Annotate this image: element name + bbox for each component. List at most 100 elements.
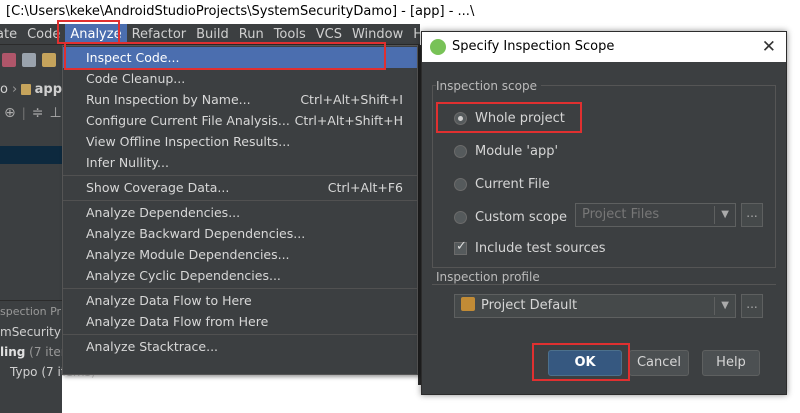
path-app[interactable]: app	[35, 82, 62, 97]
include-tests-checkbox[interactable]	[454, 239, 467, 255]
menu-refactor[interactable]: Refactor	[127, 24, 192, 44]
pin-icon[interactable]: ⊥	[50, 105, 62, 121]
profile-edit-button[interactable]: ...	[741, 294, 763, 318]
menu-item-analyze-dependencies[interactable]: Analyze Dependencies...	[63, 202, 417, 223]
menu-help[interactable]: He	[408, 24, 420, 44]
option-include-tests[interactable]: Include test sources	[454, 238, 606, 258]
menu-item-label: Analyze Cyclic Dependencies...	[86, 268, 281, 283]
menu-item-label: Code Cleanup...	[86, 71, 186, 86]
custom-scope-radio[interactable]	[454, 210, 467, 224]
menu-item-run-inspection-by-name[interactable]: Run Inspection by Name... Ctrl+Alt+Shift+…	[63, 89, 417, 110]
combo-divider	[714, 297, 715, 315]
path-prefix: o	[0, 81, 8, 97]
menu-item-cyclic-dependencies[interactable]: Analyze Cyclic Dependencies...	[63, 265, 417, 286]
module-label: Module 'app'	[475, 143, 559, 159]
menu-item-data-flow-from-here[interactable]: Analyze Data Flow from Here	[63, 311, 417, 332]
chevron-right-icon: ›	[11, 81, 18, 97]
menu-item-label: Analyze Data Flow from Here	[86, 314, 269, 329]
menu-item-show-coverage[interactable]: Show Coverage Data... Ctrl+Alt+F6	[63, 177, 417, 198]
dialog-title: Specify Inspection Scope	[452, 39, 615, 54]
whole-project-radio[interactable]	[454, 111, 467, 125]
menu-analyze[interactable]: Analyze	[65, 24, 127, 44]
copy-icon[interactable]	[22, 53, 36, 67]
menu-item-infer-nullity[interactable]: Infer Nullity...	[63, 152, 417, 173]
option-current-file[interactable]: Current File	[454, 174, 550, 194]
folder-icon	[21, 83, 31, 95]
menu-item-backward-dependencies[interactable]: Analyze Backward Dependencies...	[63, 223, 417, 244]
profile-select[interactable]: Project Default ▼	[454, 294, 736, 318]
menu-item-label: Analyze Module Dependencies...	[86, 247, 290, 262]
help-button[interactable]: Help	[702, 350, 760, 376]
menu-window[interactable]: Window	[347, 24, 408, 44]
menu-item-offline-results[interactable]: View Offline Inspection Results...	[63, 131, 417, 152]
menu-item-code-cleanup[interactable]: Code Cleanup...	[63, 68, 417, 89]
profile-icon	[461, 297, 475, 311]
current-file-label: Current File	[475, 176, 550, 192]
menu-item-label: Analyze Data Flow to Here	[86, 293, 252, 308]
current-file-radio[interactable]	[454, 177, 467, 191]
cancel-button[interactable]: Cancel	[629, 350, 689, 376]
menu-item-label: Run Inspection by Name...	[86, 92, 251, 107]
custom-scope-select[interactable]: Project Files ▼	[575, 203, 736, 227]
menu-item-label: Analyze Stacktrace...	[86, 339, 219, 354]
menu-item-data-flow-to-here[interactable]: Analyze Data Flow to Here	[63, 290, 417, 311]
panel-spelling-bold: ling	[0, 345, 26, 359]
cut-icon[interactable]	[2, 53, 16, 67]
menu-build[interactable]: Build	[191, 24, 234, 44]
menu-tools[interactable]: Tools	[269, 24, 311, 44]
scope-group-label: Inspection scope	[436, 79, 541, 93]
close-icon[interactable]: ✕	[762, 32, 776, 62]
main-toolbar	[0, 53, 62, 75]
profile-value: Project Default	[481, 298, 578, 313]
custom-scope-browse-button[interactable]: ...	[741, 203, 763, 227]
dialog-titlebar[interactable]: Specify Inspection Scope ✕	[422, 32, 786, 62]
chevron-down-icon: ▼	[721, 209, 729, 220]
menu-separator	[63, 334, 417, 335]
menu-separator	[63, 175, 417, 176]
divider-icon: |	[21, 106, 26, 120]
menu-item-shortcut: Ctrl+Alt+F6	[327, 180, 403, 195]
menu-item-label: Inspect Code...	[86, 50, 180, 65]
option-whole-project[interactable]: Whole project	[454, 108, 565, 128]
menu-item-analyze-stacktrace[interactable]: Analyze Stacktrace...	[63, 336, 417, 357]
menu-item-inspect-code[interactable]: Inspect Code...	[63, 47, 417, 68]
menu-item-label: View Offline Inspection Results...	[86, 134, 291, 149]
option-module[interactable]: Module 'app'	[454, 141, 558, 161]
menu-item-configure-analysis[interactable]: Configure Current File Analysis... Ctrl+A…	[63, 110, 417, 131]
profile-group-label: Inspection profile	[436, 270, 544, 284]
menu-item-label: Analyze Dependencies...	[86, 205, 241, 220]
window-title: [C:\Users\keke\AndroidStudioProjects\Sys…	[0, 0, 475, 24]
ok-button[interactable]: OK	[548, 350, 622, 376]
menu-vcs[interactable]: VCS	[311, 24, 347, 44]
android-studio-logo-icon	[430, 39, 446, 55]
selected-tree-row[interactable]	[0, 146, 62, 164]
chevron-down-icon: ▼	[721, 300, 729, 311]
menu-item-label: Show Coverage Data...	[86, 180, 230, 195]
custom-scope-label: Custom scope	[475, 209, 568, 225]
menu-item-label: Analyze Backward Dependencies...	[86, 226, 306, 241]
menu-item-label: Configure Current File Analysis...	[86, 113, 290, 128]
paste-icon[interactable]	[42, 53, 56, 67]
menu-item-shortcut: Ctrl+Alt+Shift+H	[294, 113, 403, 128]
option-custom-scope[interactable]: Custom scope	[454, 207, 567, 227]
custom-scope-value: Project Files	[582, 207, 660, 222]
analyze-menu: Inspect Code... Code Cleanup... Run Insp…	[62, 45, 418, 375]
menu-item-module-dependencies[interactable]: Analyze Module Dependencies...	[63, 244, 417, 265]
menu-item-label: Infer Nullity...	[86, 155, 169, 170]
menu-bar: ate Code Analyze Refactor Build Run Tool…	[0, 24, 420, 45]
target-icon[interactable]: ⊕	[4, 105, 16, 121]
combo-divider	[714, 206, 715, 224]
menu-separator	[63, 200, 417, 201]
panel-project-node[interactable]: mSecurityD	[0, 325, 70, 339]
module-radio[interactable]	[454, 144, 467, 158]
include-tests-label: Include test sources	[475, 240, 606, 256]
menu-run[interactable]: Run	[234, 24, 269, 44]
menu-navigate[interactable]: ate	[0, 24, 22, 44]
navigation-bar: o › app	[0, 78, 62, 100]
collapse-icon[interactable]: ≑	[32, 105, 44, 121]
project-toolbar: ⊕ | ≑ ⊥	[0, 103, 62, 123]
menu-item-shortcut: Ctrl+Alt+Shift+I	[300, 92, 403, 107]
whole-project-label: Whole project	[475, 110, 565, 126]
menu-code[interactable]: Code	[22, 24, 65, 44]
menu-separator	[63, 288, 417, 289]
